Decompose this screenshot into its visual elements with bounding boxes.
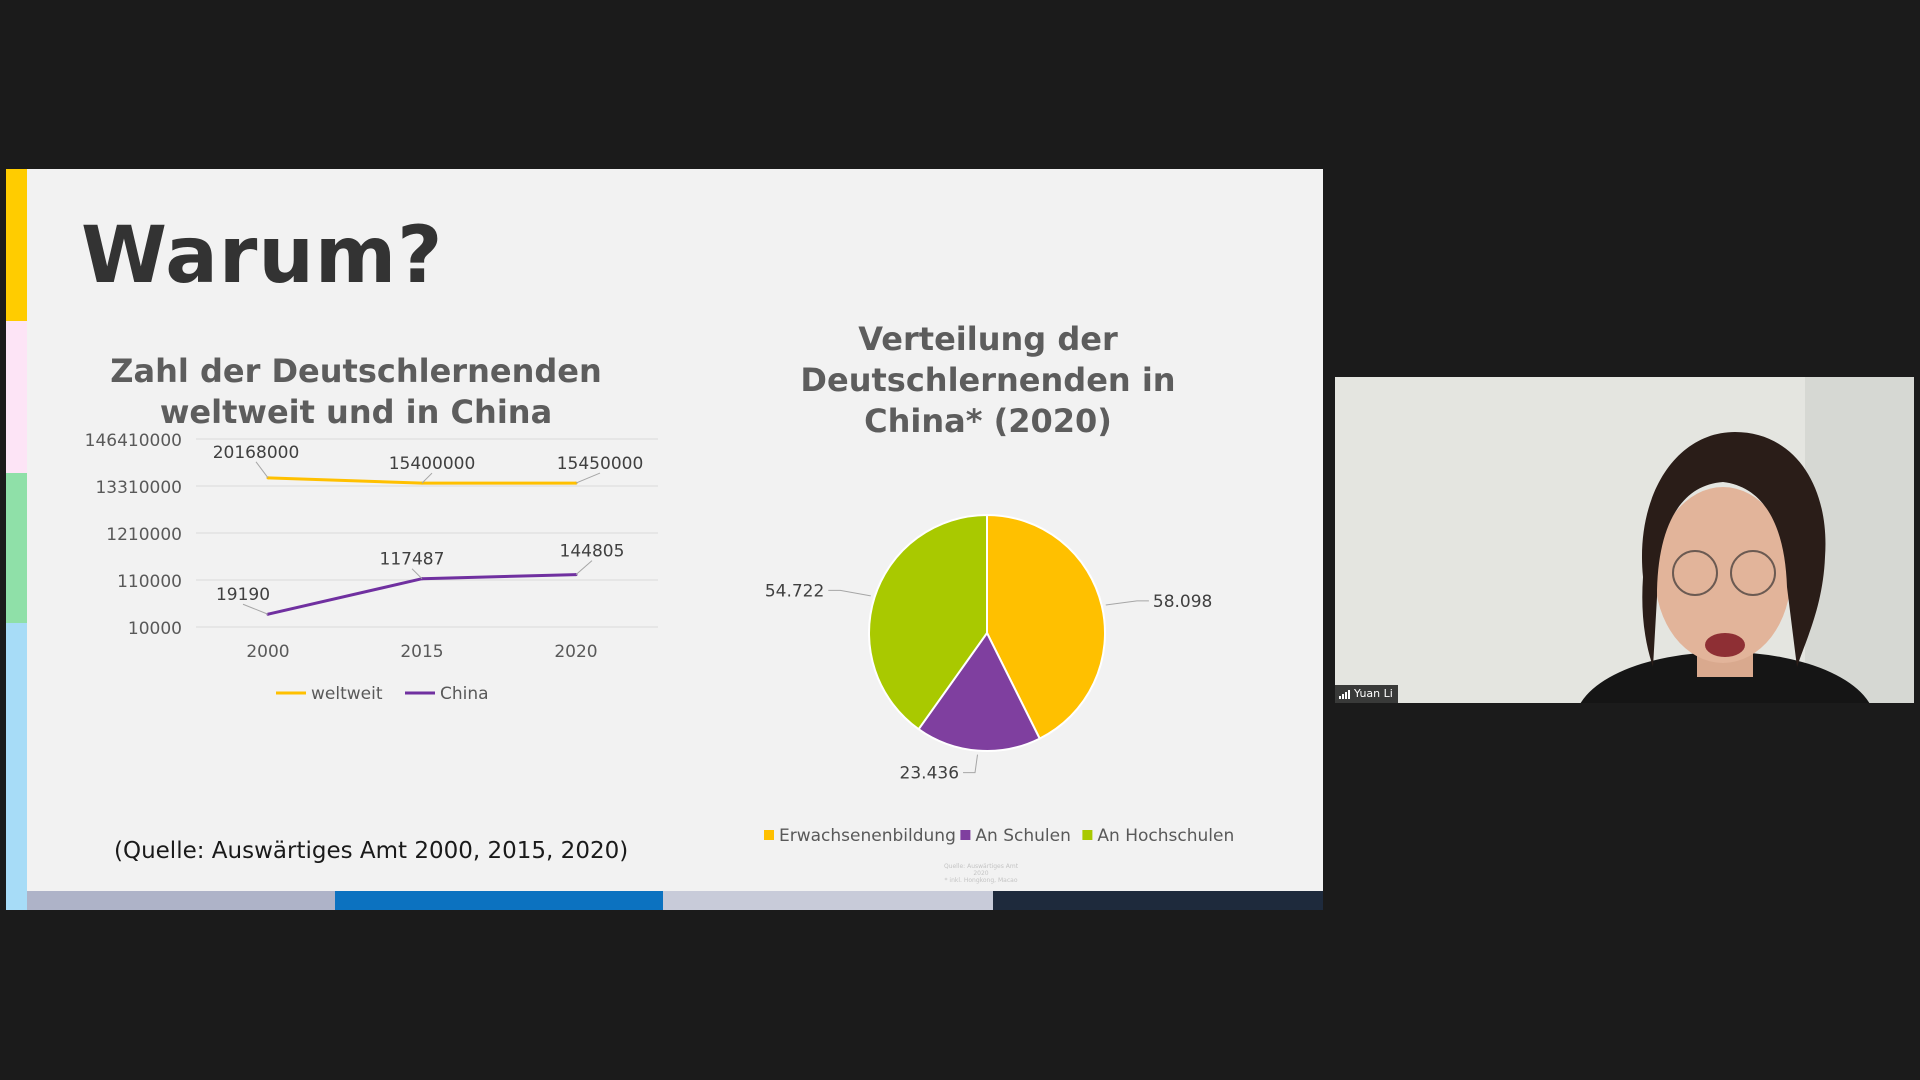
- data-label: 20168000: [213, 443, 300, 463]
- y-tick-label: 13310000: [95, 478, 182, 498]
- data-label-leader: [575, 472, 601, 484]
- pie-chart: 58.098 23.436 54.722 Erwachsenenbildung An S…: [764, 513, 1234, 846]
- meeting-stage: Warum? Zahl der Deutschlernenden weltwei…: [0, 0, 1920, 1080]
- bar-seg-3: [663, 891, 993, 910]
- x-tick-label: 2020: [554, 642, 597, 662]
- x-tick-label: 2015: [400, 642, 443, 662]
- pie-data-label: 54.722: [765, 581, 824, 601]
- bottom-accent-bar: [27, 891, 1323, 910]
- participant-video-feed: [1335, 377, 1914, 703]
- legend-label: An Hochschulen: [1097, 826, 1234, 846]
- left-accent-stripe: [6, 169, 27, 910]
- pie-label-leader: [1105, 600, 1149, 606]
- pie-data-label: 58.098: [1153, 592, 1212, 612]
- pie-chart-title-line-2: Deutschlernenden in: [800, 361, 1176, 399]
- line-chart-title-line-2: weltweit und in China: [159, 393, 553, 431]
- stripe-green: [6, 473, 27, 623]
- data-label: 19190: [216, 585, 270, 605]
- data-label: 15450000: [557, 454, 644, 474]
- participant-name-tag: Yuan Li: [1335, 685, 1398, 703]
- line-chart-title-line-1: Zahl der Deutschlernenden: [110, 352, 602, 390]
- data-label: 144805: [560, 542, 625, 562]
- bar-seg-4: [993, 891, 1323, 910]
- participant-video-tile[interactable]: Yuan Li: [1335, 377, 1914, 703]
- line-chart-title: Zahl der Deutschlernenden weltweit und i…: [76, 351, 636, 433]
- bar-seg-2: [335, 891, 663, 910]
- pie-chart-title: Verteilung der Deutschlernenden in China…: [748, 319, 1228, 442]
- pie-chart-title-line-1: Verteilung der: [858, 320, 1118, 358]
- line-chart: 146410000 13310000 1210000 110000 10000 2000 2…: [85, 431, 658, 704]
- participant-name: Yuan Li: [1354, 687, 1393, 700]
- x-tick-label: 2000: [246, 642, 289, 662]
- y-tick-label: 146410000: [85, 431, 182, 451]
- y-tick-label: 110000: [117, 572, 182, 592]
- stripe-yellow: [6, 169, 27, 321]
- data-label-leader: [411, 568, 423, 580]
- legend-swatch: [764, 830, 774, 840]
- legend-label: weltweit: [311, 684, 383, 704]
- data-label: 117487: [380, 550, 445, 570]
- slide-footer-note: Quelle: Auswärtiges Amt 2020 * inkl. Hon…: [941, 863, 1021, 884]
- data-label-leader: [575, 560, 593, 575]
- legend-label: Erwachsenenbildung: [779, 826, 956, 846]
- legend-swatch: [1082, 830, 1093, 840]
- legend-swatch: [960, 830, 971, 840]
- y-tick-label: 1210000: [106, 525, 182, 545]
- bar-seg-1: [27, 891, 335, 910]
- data-label-leader: [255, 461, 269, 479]
- slide-title: Warum?: [81, 211, 444, 301]
- slide-footer-note-line-1: Quelle: Auswärtiges Amt 2020: [943, 863, 1019, 877]
- legend-label: China: [440, 684, 489, 704]
- person-mouth: [1705, 633, 1745, 657]
- stripe-blue: [6, 623, 27, 910]
- pie-label-leader: [963, 754, 979, 774]
- slide-footer-note-line-2: * inkl. Hongkong, Macao: [944, 877, 1018, 884]
- pie-data-label: 23.436: [900, 764, 959, 784]
- stripe-pink: [6, 321, 27, 473]
- y-tick-label: 10000: [128, 619, 182, 639]
- data-label-leader: [242, 603, 269, 615]
- connection-signal-icon: [1339, 689, 1350, 699]
- source-note: (Quelle: Auswärtiges Amt 2000, 2015, 202…: [114, 838, 629, 864]
- legend-label: An Schulen: [975, 826, 1070, 846]
- series-line-China: [267, 573, 577, 616]
- pie-chart-title-line-3: China* (2020): [864, 402, 1112, 440]
- pie-label-leader: [828, 589, 871, 597]
- shared-slide: Warum? Zahl der Deutschlernenden weltwei…: [6, 169, 1323, 910]
- data-label: 15400000: [389, 454, 476, 474]
